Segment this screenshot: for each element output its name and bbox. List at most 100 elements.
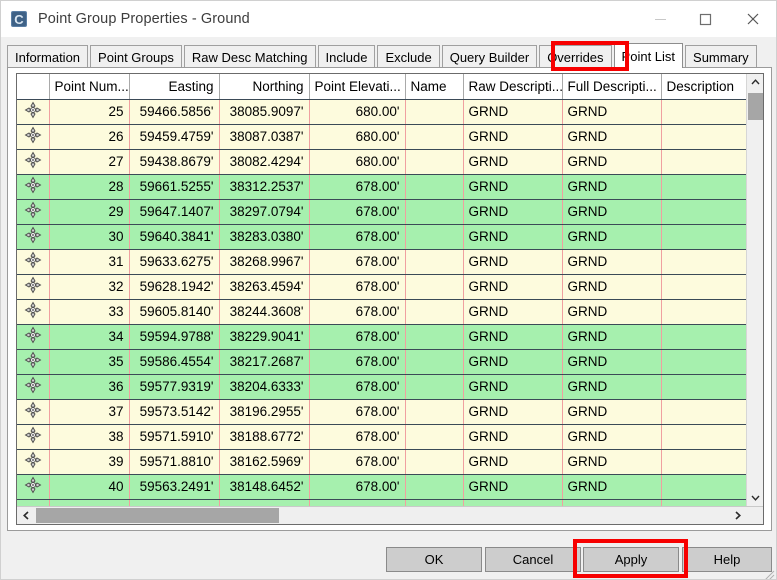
chevron-right-icon[interactable] <box>728 507 746 524</box>
row-point-icon-cell[interactable] <box>17 399 50 425</box>
table-row[interactable]: 32 59628.1942' 38263.4594' 678.00' GRND GRND <box>17 274 746 300</box>
chevron-down-icon[interactable] <box>747 489 763 506</box>
cell-desc <box>661 149 746 175</box>
cell-full_desc: GRND <box>562 224 662 250</box>
table-row[interactable]: 25 59466.5856' 38085.9097' 680.00' GRND GRND <box>17 99 746 125</box>
cell-elevation: 678.00' <box>309 424 406 450</box>
column-header-point_num[interactable]: Point Num... <box>49 74 130 100</box>
row-point-icon-cell[interactable] <box>17 249 50 275</box>
help-button[interactable]: Help <box>682 547 772 572</box>
table-row[interactable]: 28 59661.5255' 38312.2537' 678.00' GRND GRND <box>17 174 746 200</box>
horizontal-scrollbar-thumb[interactable] <box>36 508 279 523</box>
cell-full_desc: GRND <box>562 374 662 400</box>
row-point-icon-cell[interactable] <box>17 424 50 450</box>
survey-point-icon <box>24 251 42 272</box>
row-point-icon-cell[interactable] <box>17 449 50 475</box>
tab-label: Information <box>15 49 81 65</box>
vertical-scrollbar[interactable] <box>746 74 763 506</box>
table-row[interactable]: 27 59438.8679' 38082.4294' 680.00' GRND GRND <box>17 149 746 175</box>
minimize-icon[interactable] <box>638 1 683 37</box>
close-icon[interactable] <box>728 1 776 37</box>
table-row[interactable]: 29 59647.1407' 38297.0794' 678.00' GRND GRND <box>17 199 746 225</box>
maximize-icon[interactable] <box>683 1 728 37</box>
cell-name <box>405 449 464 475</box>
tab-label: Include <box>325 49 368 65</box>
cell-raw_desc: GRND <box>463 424 563 450</box>
cell-elevation: 678.00' <box>309 199 406 225</box>
cell-easting: 59633.6275' <box>129 249 220 275</box>
cell-point_num: 31 <box>49 249 130 275</box>
row-point-icon-cell[interactable] <box>17 99 50 125</box>
row-point-icon-cell[interactable] <box>17 324 50 350</box>
horizontal-scrollbar[interactable] <box>17 506 763 524</box>
tab-query-builder[interactable]: Query Builder <box>441 45 538 68</box>
row-point-icon-cell[interactable] <box>17 124 50 150</box>
cancel-button[interactable]: Cancel <box>485 547 581 572</box>
row-point-icon-cell[interactable] <box>17 199 50 225</box>
cell-northing: 38087.0387' <box>219 124 310 150</box>
ok-button[interactable]: OK <box>386 547 482 572</box>
table-row[interactable]: 37 59573.5142' 38196.2955' 678.00' GRND GRND <box>17 399 746 425</box>
tab-summary[interactable]: Summary <box>685 45 757 68</box>
window-controls <box>638 1 776 37</box>
column-header-name[interactable]: Name <box>405 74 464 100</box>
table-row[interactable]: 30 59640.3841' 38283.0380' 678.00' GRND GRND <box>17 224 746 250</box>
civil3d-c-icon: C <box>9 9 29 29</box>
cell-full_desc: GRND <box>562 399 662 425</box>
cell-raw_desc: GRND <box>463 449 563 475</box>
row-point-icon-cell[interactable] <box>17 274 50 300</box>
cell-partial <box>17 499 50 506</box>
tab-point-groups[interactable]: Point Groups <box>90 45 182 68</box>
table-row[interactable]: 38 59571.5910' 38188.6772' 678.00' GRND GRND <box>17 424 746 450</box>
column-header-icon[interactable] <box>17 74 50 100</box>
row-point-icon-cell[interactable] <box>17 349 50 375</box>
column-header-desc[interactable]: Description <box>661 74 746 100</box>
column-header-northing[interactable]: Northing <box>219 74 310 100</box>
row-point-icon-cell[interactable] <box>17 174 50 200</box>
cell-easting: 59571.5910' <box>129 424 220 450</box>
cell-northing: 38312.2537' <box>219 174 310 200</box>
cell-raw_desc: GRND <box>463 249 563 275</box>
table-row[interactable]: 34 59594.9788' 38229.9041' 678.00' GRND GRND <box>17 324 746 350</box>
row-point-icon-cell[interactable] <box>17 224 50 250</box>
tab-exclude[interactable]: Exclude <box>377 45 440 68</box>
grid-scroll-viewport: Point Num... Easting Northing Point Elevati… <box>17 74 746 506</box>
table-row[interactable]: 26 59459.4759' 38087.0387' 680.00' GRND GRND <box>17 124 746 150</box>
apply-button[interactable]: Apply <box>583 547 679 572</box>
tab-include[interactable]: Include <box>317 45 376 68</box>
cell-desc <box>661 324 746 350</box>
cell-point_num: 40 <box>49 474 130 500</box>
table-row[interactable]: 31 59633.6275' 38268.9967' 678.00' GRND GRND <box>17 249 746 275</box>
tab-overrides[interactable]: Overrides <box>539 45 612 68</box>
row-point-icon-cell[interactable] <box>17 374 50 400</box>
table-row[interactable]: 36 59577.9319' 38204.6333' 678.00' GRND GRND <box>17 374 746 400</box>
row-point-icon-cell[interactable] <box>17 474 50 500</box>
table-row[interactable]: 33 59605.8140' 38244.3608' 678.00' GRND GRND <box>17 299 746 325</box>
tab-information[interactable]: Information <box>7 45 89 68</box>
cell-easting: 59661.5255' <box>129 174 220 200</box>
column-header-full_desc[interactable]: Full Descripti... <box>562 74 662 100</box>
row-point-icon-cell[interactable] <box>17 149 50 175</box>
cell-elevation: 678.00' <box>309 374 406 400</box>
resize-grip[interactable] <box>763 568 775 579</box>
vertical-scrollbar-thumb[interactable] <box>748 93 763 120</box>
table-row-partial[interactable] <box>17 499 746 506</box>
cell-easting: 59563.2491' <box>129 474 220 500</box>
cell-raw_desc: GRND <box>463 224 563 250</box>
table-row[interactable]: 35 59586.4554' 38217.2687' 678.00' GRND GRND <box>17 349 746 375</box>
tab-point-list[interactable]: Point List <box>613 43 684 68</box>
table-row[interactable]: 39 59571.8810' 38162.5969' 678.00' GRND GRND <box>17 449 746 475</box>
chevron-up-icon[interactable] <box>747 74 763 91</box>
tab-raw-desc-matching[interactable]: Raw Desc Matching <box>183 45 316 68</box>
table-row[interactable]: 40 59563.2491' 38148.6452' 678.00' GRND GRND <box>17 474 746 500</box>
cell-northing: 38217.2687' <box>219 349 310 375</box>
cell-name <box>405 474 464 500</box>
point-group-properties-dialog: C Point Group Properties - Ground Inform… <box>0 0 777 580</box>
chevron-left-icon[interactable] <box>17 507 35 524</box>
cell-raw_desc: GRND <box>463 124 563 150</box>
column-header-elevation[interactable]: Point Elevati... <box>309 74 406 100</box>
column-header-easting[interactable]: Easting <box>129 74 220 100</box>
column-header-raw_desc[interactable]: Raw Descripti... <box>463 74 563 100</box>
row-point-icon-cell[interactable] <box>17 299 50 325</box>
tab-label: Raw Desc Matching <box>191 49 308 65</box>
